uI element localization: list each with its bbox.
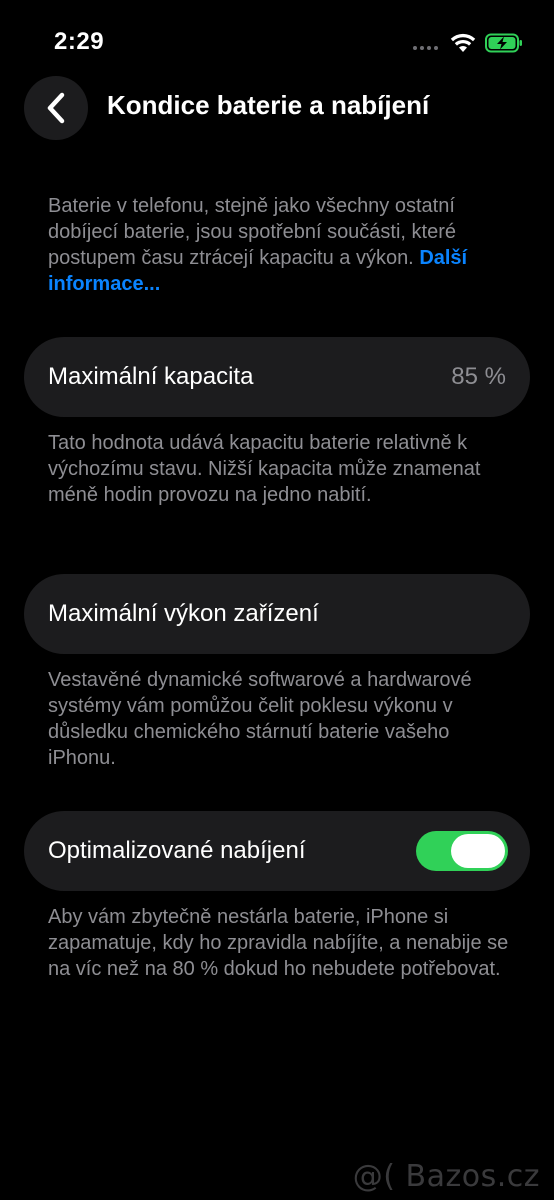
- peak-performance-label: Maximální výkon zařízení: [48, 600, 319, 627]
- peak-performance-description: Vestavěné dynamické softwarové a hardwar…: [48, 669, 472, 769]
- status-time: 2:29: [54, 28, 105, 55]
- peak-performance-row: Maximální výkon zařízení: [24, 574, 530, 654]
- cellular-signal-icon: [413, 46, 438, 50]
- wifi-icon: [450, 33, 476, 52]
- intro-description: Baterie v telefonu, stejně jako všechny …: [48, 195, 457, 269]
- back-button[interactable]: [24, 76, 88, 140]
- bazos-watermark: @( Bazos.cz: [352, 1159, 540, 1194]
- status-bar: 2:29: [0, 0, 554, 80]
- optimized-charging-label: Optimalizované nabíjení: [48, 837, 306, 864]
- optimized-charging-row: Optimalizované nabíjení: [24, 811, 530, 891]
- optimized-charging-description: Aby vám zbytečně nestárla baterie, iPhon…: [48, 906, 509, 980]
- max-capacity-description: Tato hodnota udává kapacitu baterie rela…: [48, 432, 481, 506]
- chevron-left-icon: [47, 92, 65, 124]
- max-capacity-label: Maximální kapacita: [48, 363, 254, 390]
- toggle-knob: [451, 834, 505, 868]
- intro-text: Baterie v telefonu, stejně jako všechny …: [48, 193, 518, 297]
- battery-charging-icon: [485, 33, 522, 53]
- max-capacity-row: Maximální kapacita 85 %: [24, 337, 530, 417]
- max-capacity-value: 85 %: [451, 363, 506, 390]
- optimized-charging-toggle[interactable]: [416, 831, 508, 871]
- page-title: Kondice baterie a nabíjení: [107, 90, 430, 120]
